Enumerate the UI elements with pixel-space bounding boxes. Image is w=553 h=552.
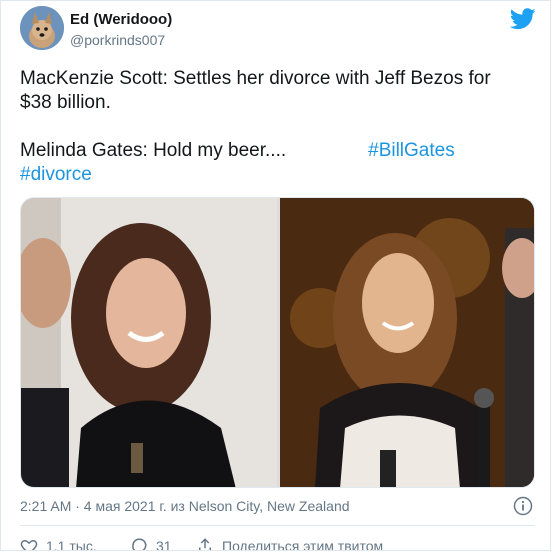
dog-avatar-image: [20, 6, 64, 50]
photo-right[interactable]: [280, 198, 534, 487]
like-count: 1,1 тыс.: [46, 538, 97, 551]
hashtag-divorce[interactable]: #divorce: [20, 164, 92, 185]
tweet-line-2: $38 billion.: [20, 92, 111, 113]
tweet-line-3-text: Melinda Gates: Hold my beer....: [20, 140, 287, 161]
display-name[interactable]: Ed (Weridooo): [70, 11, 172, 28]
tweet-line-1: MacKenzie Scott: Settles her divorce wit…: [20, 68, 491, 89]
hashtag-billgates[interactable]: #BillGates: [368, 140, 455, 161]
photo-left[interactable]: [21, 198, 277, 487]
avatar[interactable]: [20, 6, 64, 50]
reply-bubble-icon: [132, 538, 147, 550]
tweet-media[interactable]: [20, 197, 535, 488]
photo-left-image: [21, 198, 277, 487]
share-label: Поделиться этим твитом: [222, 538, 384, 551]
twitter-bird-icon[interactable]: [510, 8, 536, 30]
tweet-card: Ed (Weridooo) @porkrinds007 MacKenzie Sc…: [0, 0, 551, 551]
tweet-timestamp[interactable]: 2:21 AM · 4 мая 2021 г. из Nelson City, …: [20, 498, 350, 514]
info-icon[interactable]: [513, 496, 533, 516]
heart-icon: [20, 539, 38, 550]
share-icon: [199, 538, 211, 550]
photo-right-image: [280, 198, 534, 487]
user-handle[interactable]: @porkrinds007: [70, 32, 165, 48]
reply-count: 31: [156, 538, 172, 551]
tweet-line-3: Melinda Gates: Hold my beer.... #BillGate…: [20, 139, 535, 163]
reply-button[interactable]: 31: [130, 537, 172, 551]
share-button[interactable]: Поделиться этим твитом: [196, 537, 384, 551]
like-button[interactable]: 1,1 тыс.: [20, 537, 97, 551]
tweet-text: MacKenzie Scott: Settles her divorce wit…: [20, 67, 535, 187]
divider: [20, 525, 535, 526]
